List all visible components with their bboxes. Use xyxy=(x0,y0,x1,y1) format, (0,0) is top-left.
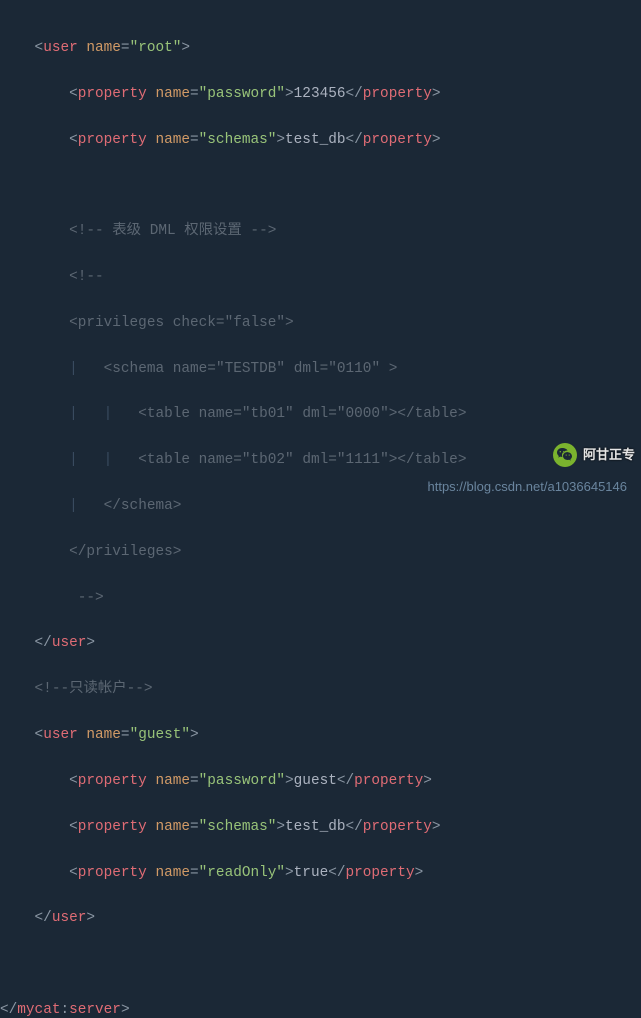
code-line xyxy=(0,174,641,197)
code-line: | | <table name="tb02" dml="1111"></tabl… xyxy=(0,449,641,472)
code-line: <property name="password">guest</propert… xyxy=(0,770,641,793)
code-line: | | <table name="tb01" dml="0000"></tabl… xyxy=(0,403,641,426)
code-line: <user name="root"> xyxy=(0,37,641,60)
code-line: </user> xyxy=(0,907,641,930)
code-line: <property name="password">123456</proper… xyxy=(0,83,641,106)
code-line: </user> xyxy=(0,632,641,655)
code-line: <!--只读帐户--> xyxy=(0,678,641,701)
code-line: <property name="schemas">test_db</proper… xyxy=(0,816,641,839)
code-line: <user name="guest"> xyxy=(0,724,641,747)
wechat-badge: 阿甘正专 xyxy=(553,443,635,467)
watermark: https://blog.csdn.net/a1036645146 xyxy=(428,476,628,499)
code-line: </privileges> xyxy=(0,541,641,564)
code-line xyxy=(0,953,641,976)
code-line: --> xyxy=(0,587,641,610)
code-line: <privileges check="false"> xyxy=(0,312,641,335)
code-line: </mycat:server> xyxy=(0,999,641,1018)
wechat-label: 阿甘正专 xyxy=(583,444,635,467)
code-line: <!-- xyxy=(0,266,641,289)
code-line: <property name="schemas">test_db</proper… xyxy=(0,129,641,152)
wechat-icon xyxy=(553,443,577,467)
code-line: | <schema name="TESTDB" dml="0110" > xyxy=(0,358,641,381)
code-block: <user name="root"> <property name="passw… xyxy=(0,0,641,1018)
code-line: <property name="readOnly">true</property… xyxy=(0,862,641,885)
code-line: <!-- 表级 DML 权限设置 --> xyxy=(0,220,641,243)
